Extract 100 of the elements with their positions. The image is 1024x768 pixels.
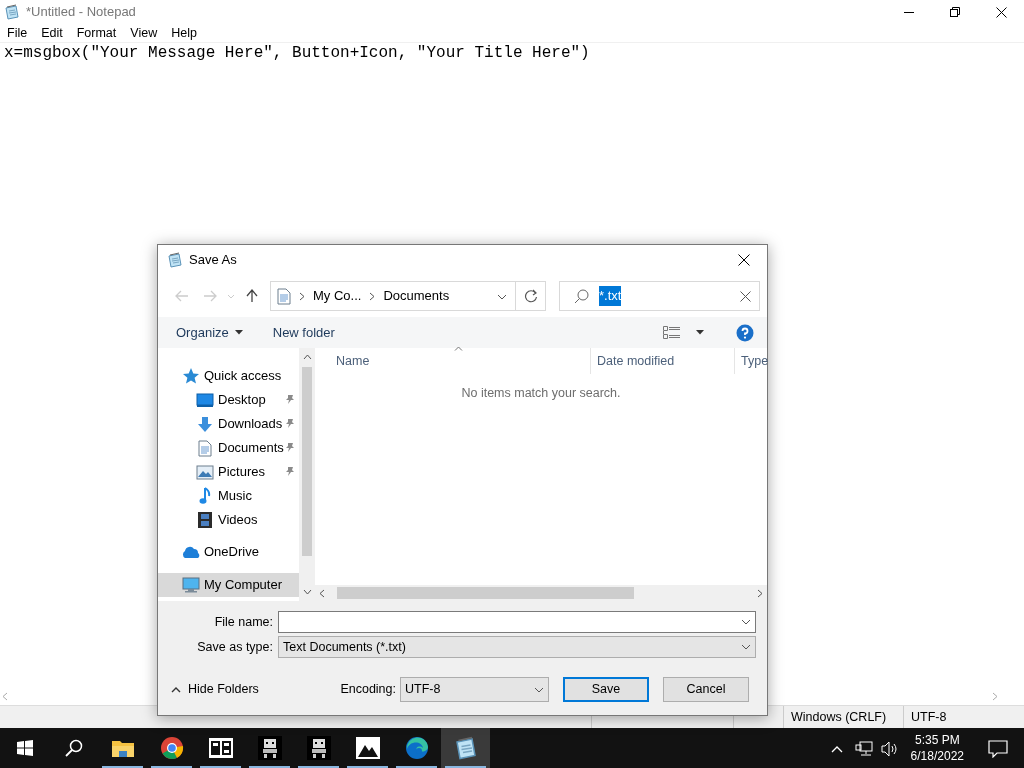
desktop-icon: [196, 392, 214, 408]
nav-item[interactable]: Downloads: [158, 412, 299, 436]
windows-logo-icon[interactable]: [16, 740, 33, 756]
computer-icon: [182, 577, 200, 593]
browser-swirl-icon[interactable]: [404, 736, 429, 760]
close-icon[interactable]: [738, 254, 750, 266]
sort-caret-icon: [454, 346, 463, 351]
chevron-icon: [741, 644, 751, 650]
file-name-field[interactable]: [278, 611, 756, 633]
download-arrow-icon: [197, 415, 213, 433]
document-icon: [277, 287, 291, 305]
column-header[interactable]: Date modified: [591, 348, 735, 374]
address-bar[interactable]: My Co... Documents: [270, 281, 546, 311]
nav-label: OneDrive: [204, 543, 259, 562]
up-arrow-icon[interactable]: [246, 289, 258, 303]
taskbar-button[interactable]: [441, 728, 490, 768]
close-icon[interactable]: [995, 6, 1007, 18]
browser-logo-icon[interactable]: [159, 736, 184, 760]
notepad-icon: [4, 4, 20, 20]
volume-icon[interactable]: [880, 740, 899, 757]
nav-label: Desktop: [218, 391, 266, 410]
search-text: *.txt: [599, 286, 622, 306]
menu-item[interactable]: View: [123, 24, 165, 42]
chevron-up-icon[interactable]: [830, 744, 843, 753]
scroll-right-icon[interactable]: [757, 589, 763, 599]
nav-item[interactable]: Quick access: [158, 364, 299, 388]
restore-icon[interactable]: [950, 7, 960, 17]
clock-time[interactable]: 5:35 PM: [914, 732, 960, 748]
caret-icon: [696, 330, 704, 335]
scroll-up-icon[interactable]: [302, 354, 312, 360]
nav-label: Music: [218, 487, 252, 506]
scroll-thumb[interactable]: [302, 367, 312, 556]
folder-icon[interactable]: [110, 738, 135, 758]
chevron-icon: [497, 293, 507, 300]
film-strip-icon: [197, 511, 213, 529]
notepad-icon[interactable]: [453, 736, 478, 760]
breadcrumb-item[interactable]: Documents: [383, 286, 450, 306]
hide-folders-button[interactable]: Hide Folders: [158, 680, 259, 699]
menu-item[interactable]: Help: [164, 24, 204, 42]
dialog-title: Save As: [189, 251, 237, 270]
breadcrumb-item[interactable]: My Co...: [313, 286, 362, 306]
music-note-icon: [199, 487, 211, 505]
archive-app-icon[interactable]: [208, 738, 233, 758]
menu-item[interactable]: File: [0, 24, 35, 42]
pin-icon: [285, 442, 295, 453]
dialog-button[interactable]: Cancel: [663, 677, 749, 702]
column-header[interactable]: Name: [315, 348, 591, 374]
help-icon[interactable]: [736, 324, 754, 343]
scroll-thumb[interactable]: [337, 587, 634, 599]
status-text: UTF-8: [911, 710, 947, 724]
nav-item[interactable]: OneDrive: [158, 540, 299, 564]
nav-item[interactable]: Desktop: [158, 388, 299, 412]
notification-icon[interactable]: [988, 739, 1008, 758]
document-icon: [198, 439, 212, 457]
picture-icon: [196, 464, 214, 480]
menu-item[interactable]: Format: [69, 24, 124, 42]
save-type-dropdown[interactable]: Text Documents (*.txt): [278, 636, 756, 658]
field-label: Save as type:: [196, 638, 274, 656]
nav-item[interactable]: Music: [158, 484, 299, 508]
chevron-icon: [299, 291, 305, 301]
chevron-up-icon: [171, 686, 181, 693]
star-icon: [182, 367, 200, 385]
pin-icon: [285, 466, 295, 477]
nav-label: Downloads: [218, 415, 283, 434]
pixel-art-icon[interactable]: [306, 736, 331, 760]
nav-item[interactable]: Documents: [158, 436, 299, 460]
dialog-button[interactable]: Save: [563, 677, 649, 702]
new-folder-button[interactable]: New folder: [272, 322, 335, 343]
notepad-icon: [167, 252, 183, 268]
refresh-icon[interactable]: [523, 289, 538, 303]
organize-menu[interactable]: Organize: [176, 322, 243, 343]
pin-icon: [285, 394, 295, 405]
search-icon: [574, 288, 589, 304]
menu-item[interactable]: Edit: [34, 24, 70, 42]
nav-label: Videos: [218, 511, 258, 530]
view-list-icon[interactable]: [663, 326, 680, 339]
search-icon[interactable]: [64, 739, 83, 757]
scroll-left-icon[interactable]: [319, 589, 325, 599]
nav-item[interactable]: My Computer: [158, 573, 299, 597]
network-icon[interactable]: [854, 740, 873, 757]
nav-label: Pictures: [218, 463, 265, 482]
caret-icon: [234, 330, 243, 335]
encoding-dropdown[interactable]: UTF-8: [400, 677, 549, 702]
photos-app-icon[interactable]: [355, 737, 380, 759]
nav-item[interactable]: Pictures: [158, 460, 299, 484]
search-field[interactable]: *.txt: [559, 281, 760, 311]
clock-date[interactable]: 6/18/2022: [910, 748, 964, 764]
nav-label: My Computer: [204, 576, 283, 595]
clear-icon[interactable]: [740, 291, 751, 303]
nav-label: Documents: [218, 439, 284, 458]
pixel-art-icon[interactable]: [257, 736, 282, 760]
nav-item[interactable]: Videos: [158, 508, 299, 532]
scroll-down-icon[interactable]: [302, 589, 312, 595]
pin-icon: [285, 418, 295, 429]
chevron-icon: [369, 291, 376, 301]
chevron-icon: [534, 686, 544, 693]
editor-text: x=msgbox("Your Message Here", Button+Icon, "Your Title Here"): [4, 44, 590, 62]
status-text: Windows (CRLF): [791, 710, 887, 724]
chevron-icon: [741, 619, 751, 625]
nav-label: Quick access: [204, 367, 282, 386]
